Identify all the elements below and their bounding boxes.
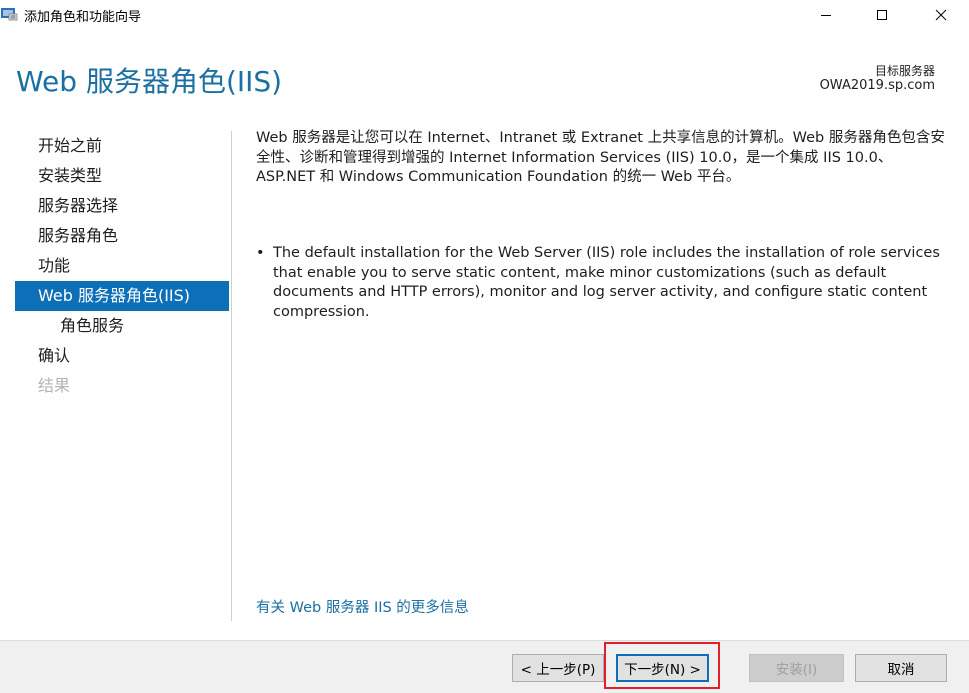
maximize-button[interactable] bbox=[859, 0, 905, 30]
bullet-item: The default installation for the Web Ser… bbox=[256, 244, 946, 322]
intro-text: Web 服务器是让您可以在 Internet、Intranet 或 Extran… bbox=[256, 130, 945, 185]
cancel-button[interactable]: 取消 bbox=[855, 654, 947, 682]
nav-item-server-selection[interactable]: 服务器选择 bbox=[15, 191, 229, 221]
title-bar[interactable]: 添加角色和功能向导 bbox=[0, 0, 969, 30]
nav-item-server-roles[interactable]: 服务器角色 bbox=[15, 221, 229, 251]
maximize-icon bbox=[877, 10, 887, 20]
nav-item-installation-type[interactable]: 安装类型 bbox=[15, 161, 229, 191]
server-manager-icon bbox=[1, 8, 18, 21]
minimize-icon bbox=[821, 15, 831, 16]
content-pane: Web 服务器是让您可以在 Internet、Intranet 或 Extran… bbox=[256, 129, 951, 188]
window-title: 添加角色和功能向导 bbox=[24, 10, 142, 25]
next-button[interactable]: 下一步(N) > bbox=[616, 654, 709, 682]
close-button[interactable] bbox=[918, 0, 964, 30]
destination-server-label: 目标服务器 bbox=[874, 64, 935, 78]
back-button[interactable]: < 上一步(P) bbox=[512, 654, 604, 682]
bullet-list: The default installation for the Web Ser… bbox=[256, 244, 946, 322]
nav-item-results: 结果 bbox=[38, 376, 71, 395]
nav-divider bbox=[231, 131, 232, 621]
install-button: 安装(I) bbox=[749, 654, 844, 682]
wizard-nav: 开始之前 安装类型 服务器选择 服务器角色 功能 Web 服务器角色(IIS) … bbox=[15, 131, 229, 401]
nav-item-web-server-role[interactable]: Web 服务器角色(IIS) bbox=[15, 281, 229, 311]
nav-item-before-you-begin[interactable]: 开始之前 bbox=[15, 131, 229, 161]
nav-item-features[interactable]: 功能 bbox=[15, 251, 229, 281]
destination-server-value: OWA2019.sp.com bbox=[819, 78, 935, 93]
wizard-window: 添加角色和功能向导 Web 服务器角色(IIS) 目标服务器 OWA2019.s… bbox=[0, 0, 969, 693]
nav-item-confirmation[interactable]: 确认 bbox=[15, 341, 229, 371]
nav-item-role-services[interactable]: 角色服务 bbox=[15, 311, 229, 341]
more-info-link[interactable]: 有关 Web 服务器 IIS 的更多信息 bbox=[256, 596, 469, 617]
page-title: Web 服务器角色(IIS) bbox=[16, 65, 283, 98]
close-icon bbox=[935, 9, 947, 21]
minimize-button[interactable] bbox=[803, 0, 849, 30]
